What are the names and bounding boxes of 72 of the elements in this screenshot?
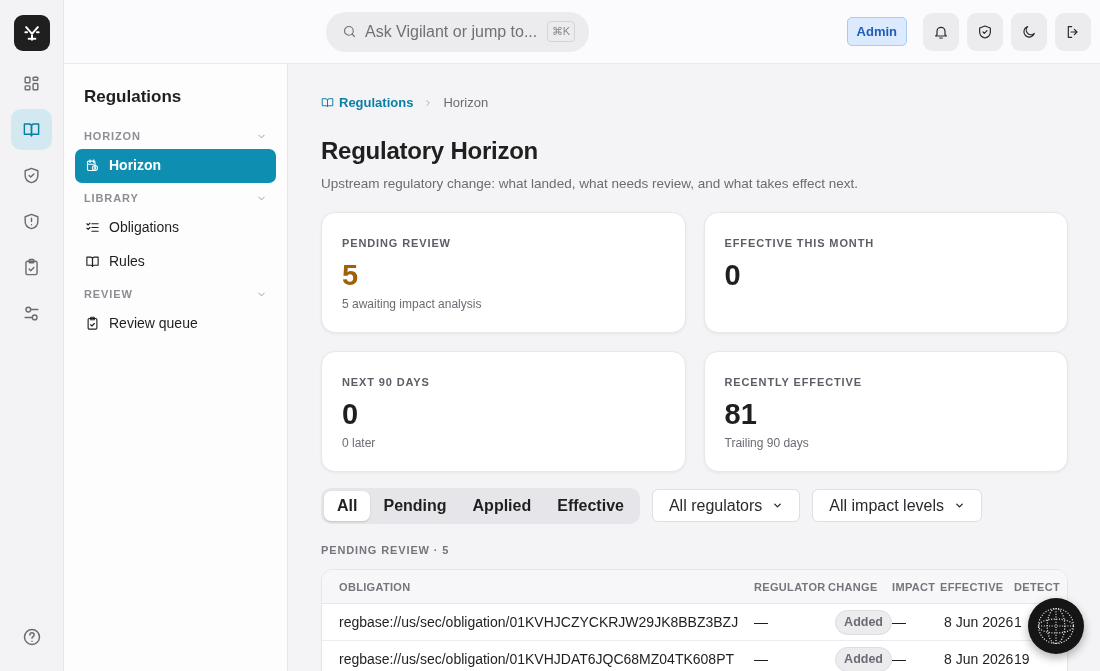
book-icon [85,254,100,269]
shield-check-icon [977,23,993,40]
book-icon [321,96,334,110]
filter-dropdown[interactable]: All impact levels [812,489,982,523]
shortcut-hint: ⌘K [546,21,575,42]
sidebar-item[interactable]: Obligations [75,210,276,245]
sidebar-item[interactable]: Rules [75,244,276,279]
table-cell-text: — [892,649,907,669]
notifications-button[interactable] [923,12,959,51]
search-input[interactable]: Ask Vigilant or jump to... [365,19,539,44]
stat-value: 81 [724,397,758,433]
moon-icon [1021,23,1037,40]
table-cell: 1 [1014,613,1022,630]
breadcrumb-link[interactable]: Regulations [321,93,414,113]
sidebar-item[interactable]: Review queue [75,306,276,341]
table-cell-text: — [754,612,769,632]
theme-toggle-button[interactable] [1011,12,1047,51]
book-icon [22,120,41,139]
stat-label: EFFECTIVE THIS MONTH [724,235,876,251]
page-title: Regulatory Horizon [321,135,540,166]
help-button[interactable] [21,627,42,647]
stat-note: 5 awaiting impact analysis [342,296,483,314]
table-cell: 19 [1014,650,1030,667]
logo-icon [21,23,42,43]
clipboard-icon [22,258,41,277]
table-cell-text: regbase://us/sec/obligation/01KVHJDAT6JQC68MZ04TK608PT [338,649,736,669]
section-label: PENDING REVIEW · 5 [321,542,451,558]
column-header: IMPACT [892,579,937,595]
filter-dropdown[interactable]: All regulators [651,489,801,523]
shield-alert-icon [22,212,41,231]
stat-note: Trailing 90 days [724,435,810,453]
stat-value: 5 [342,258,360,294]
stat-value: 0 [342,397,360,433]
shield-check-icon [22,166,41,185]
clipboard-icon [85,316,100,331]
column-header: OBLIGATION [338,579,412,595]
logout-button[interactable] [1055,12,1091,51]
globe-icon [1035,605,1077,647]
table-cell: 8 Jun 2026 [944,613,1014,630]
column-header: REGULATOR [754,579,827,595]
table-cell-text: — [754,649,769,669]
grid-icon [22,74,41,93]
search-icon [342,24,357,39]
filter-tab[interactable]: Pending [370,490,460,521]
column-header: CHANGE [828,579,879,595]
stat-label: RECENTLY EFFECTIVE [724,374,863,390]
column-header: DETECT [1014,579,1061,595]
rail-nav-button[interactable] [11,109,52,150]
help-icon [21,627,42,647]
stat-value: 0 [724,258,742,294]
stat-label: PENDING REVIEW [342,235,452,251]
sidebar-item[interactable]: Horizon [75,148,276,183]
security-button[interactable] [967,12,1003,51]
change-badge: Added [835,646,892,671]
table-cell: 8 Jun 2026 [944,650,1014,667]
table-cell-text: — [892,612,907,632]
filter-tab[interactable]: Effective [544,490,637,521]
filter-tab[interactable]: All [324,490,371,521]
breadcrumb-current: Horizon [443,94,489,112]
checklist-icon [85,220,100,235]
stat-label: NEXT 90 DAYS [342,374,431,390]
stat-note: 0 later [342,435,377,453]
change-badge: Added [835,609,892,635]
page-subtitle: Upstream regulatory change: what landed, what needs review, and what takes effect next. [321,174,860,193]
app-logo[interactable] [13,15,50,51]
role-badge: Admin [846,16,907,47]
filter-tab[interactable]: Applied [459,490,545,521]
column-header: EFFECTIVE [940,579,1005,595]
table-cell-text: regbase://us/sec/obligation/01KVHJCZYCKRJW29JK8BBZ3BZJ [338,612,740,632]
calendar-icon [85,158,100,173]
sliders-icon [22,304,41,323]
sidebar-title: Regulations [83,86,183,108]
